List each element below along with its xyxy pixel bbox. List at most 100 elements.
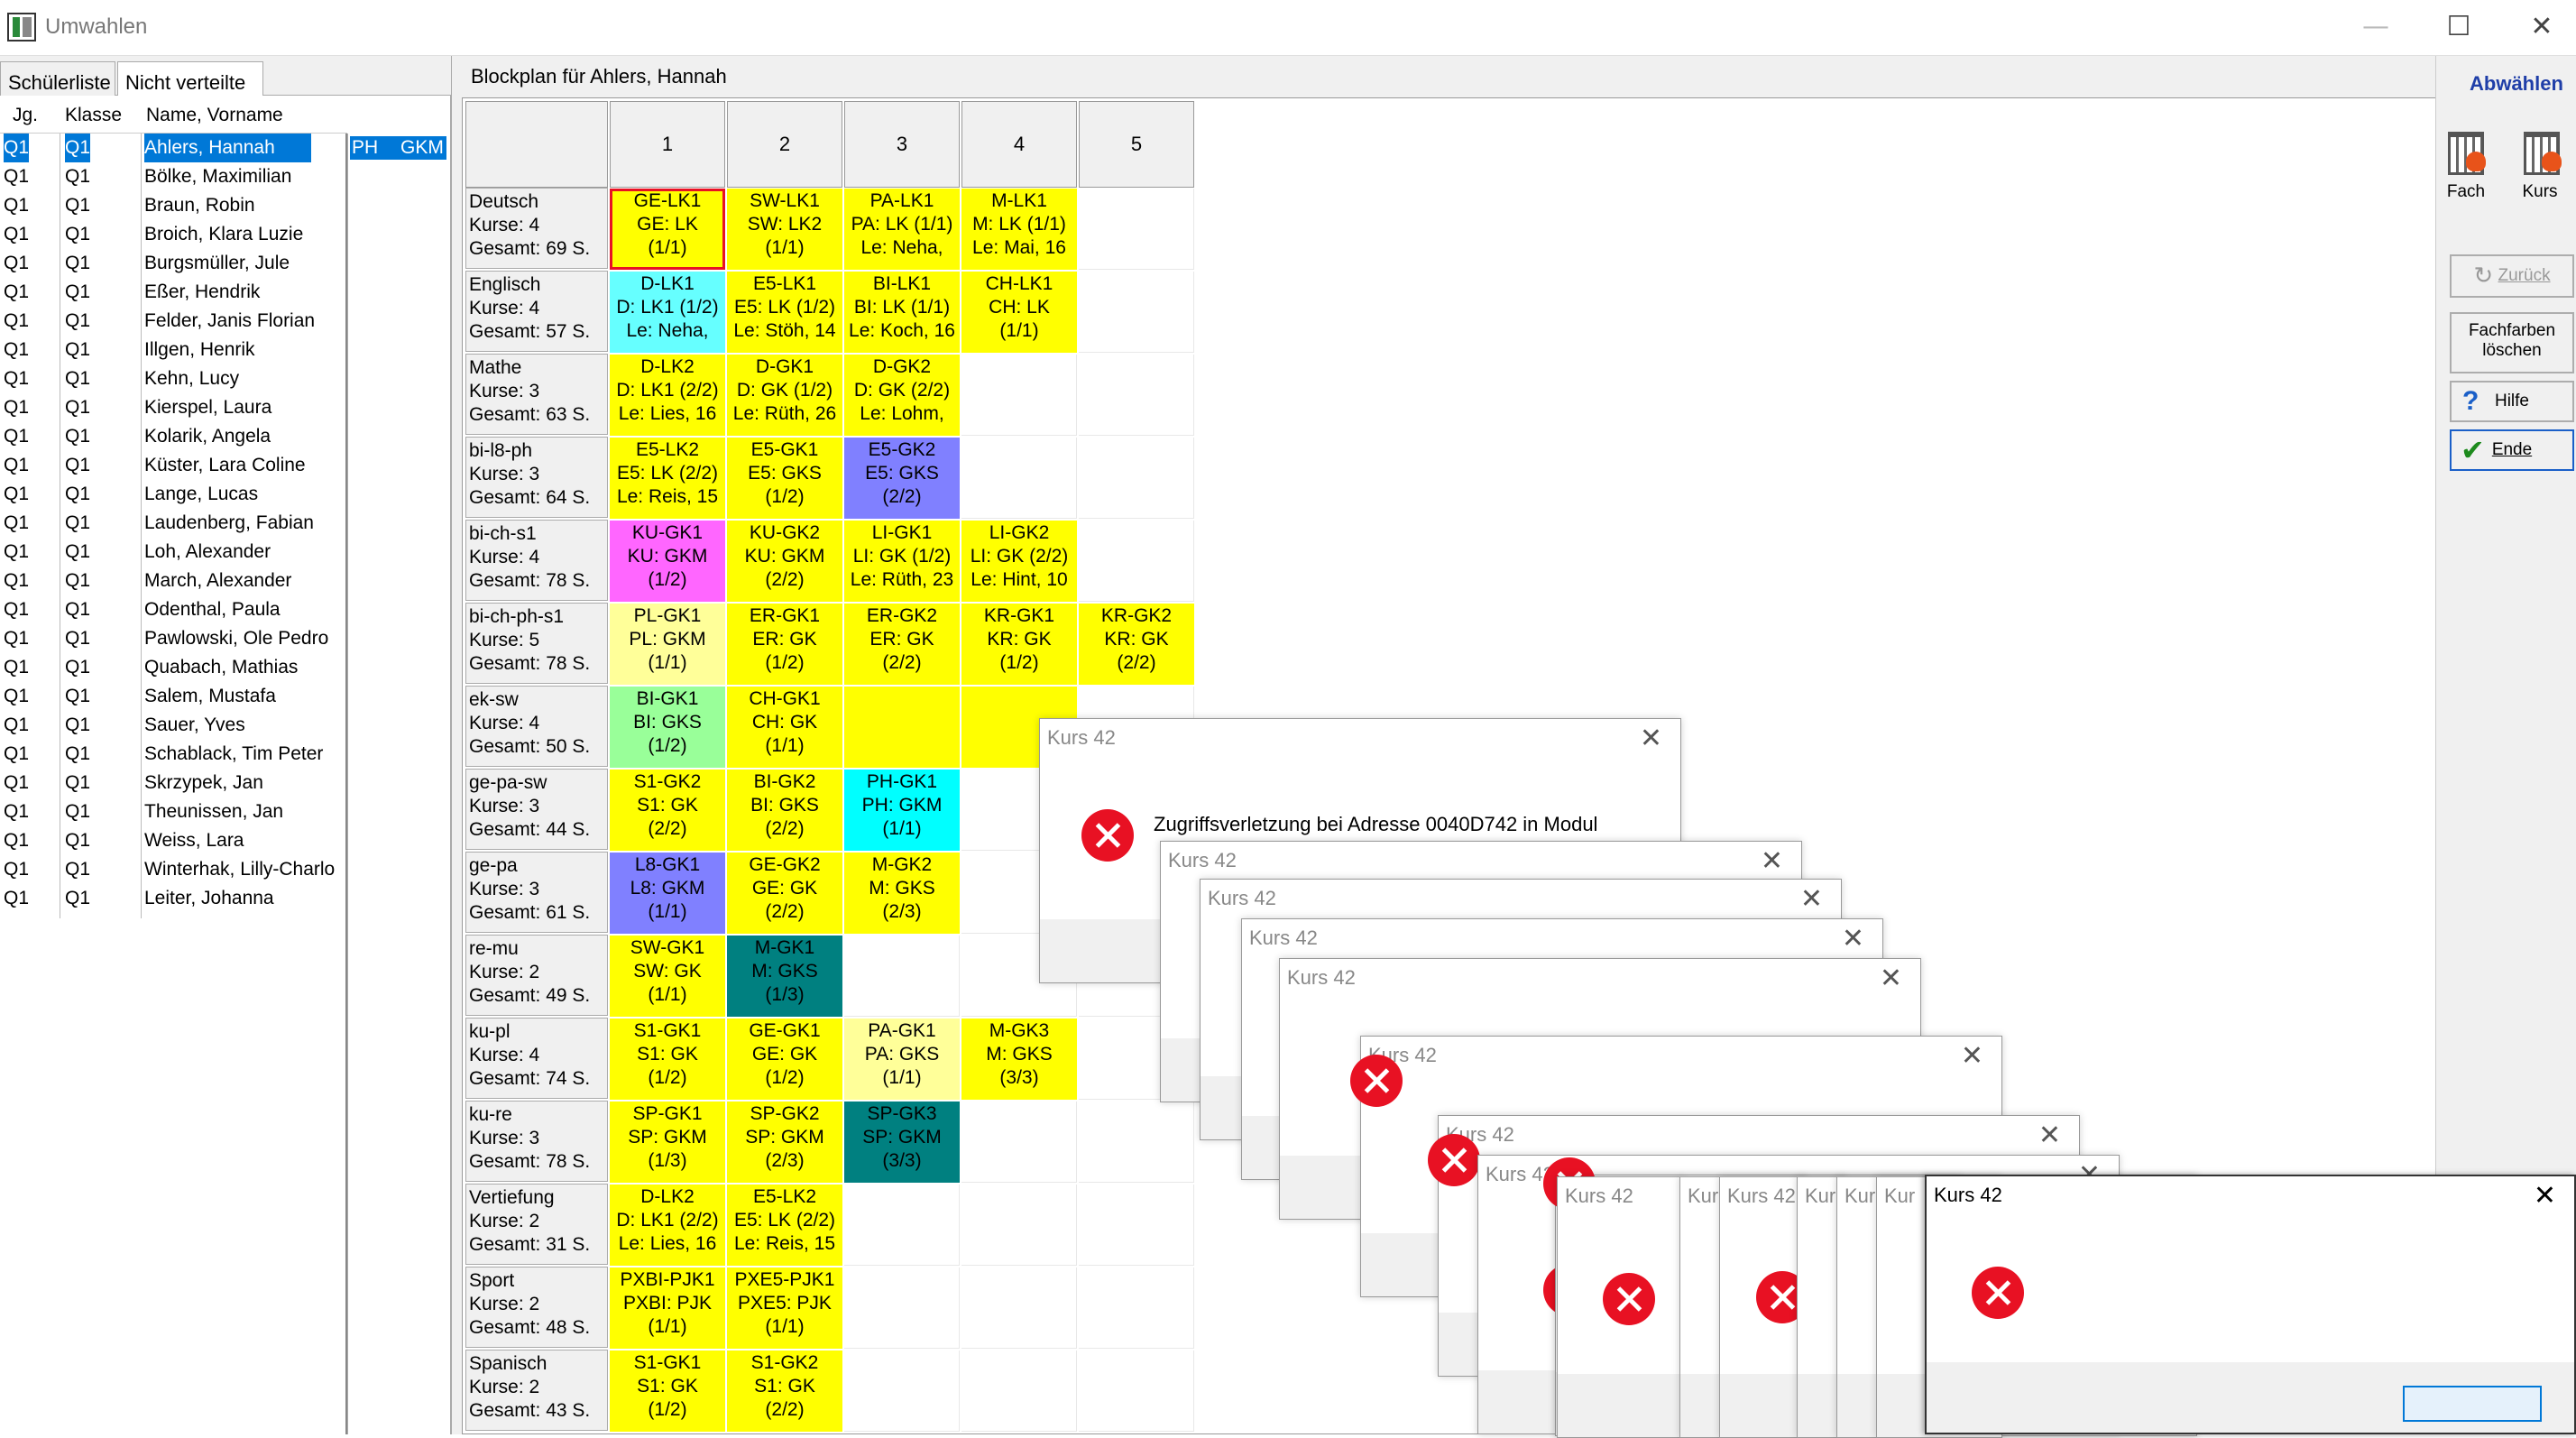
dialog-close-icon[interactable]: ✕	[1640, 723, 1662, 754]
zurueck-button[interactable]: ↻ Zurück	[2450, 254, 2574, 298]
course-cell[interactable]: D-LK2 D: LK1 (2/2) Le: Lies, 16	[610, 1185, 725, 1266]
course-cell-empty[interactable]	[1079, 1185, 1194, 1266]
column-header-block[interactable]: 2	[727, 101, 842, 188]
course-cell-empty[interactable]	[961, 1185, 1077, 1266]
student-list[interactable]: Q1 Q1 Ahlers, Hannah Q1 Q1 Bölke, Maximilian Q…	[0, 134, 347, 1434]
student-row[interactable]: Q1 Q1 Pawlowski, Ole Pedro	[0, 624, 343, 653]
course-cell[interactable]: SW-GK1 SW: GK (1/1)	[610, 936, 725, 1017]
maximize-button[interactable]: ☐	[2432, 9, 2486, 45]
student-row[interactable]: Q1 Q1 Laudenberg, Fabian	[0, 509, 343, 538]
ok-button[interactable]	[2403, 1386, 2542, 1422]
course-cell[interactable]: SP-GK1 SP: GKM (1/3)	[610, 1102, 725, 1183]
column-header-block[interactable]: 3	[844, 101, 960, 188]
course-cell[interactable]: S1-GK2 S1: GK (2/2)	[727, 1350, 842, 1432]
column-header-block[interactable]: 5	[1079, 101, 1194, 188]
tab-nicht-verteilte[interactable]: Nicht verteilte	[117, 61, 263, 97]
student-row[interactable]: Q1 Q1 Quabach, Mathias	[0, 653, 343, 682]
course-cell-empty[interactable]	[961, 438, 1077, 519]
course-cell[interactable]: GE-GK2 GE: GK (2/2)	[727, 853, 842, 934]
course-cell[interactable]: M-LK1 M: LK (1/1) Le: Mai, 16	[961, 189, 1077, 270]
student-row[interactable]: Q1 Q1 Weiss, Lara	[0, 826, 343, 855]
error-dialog-active[interactable]: Kurs 42 ✕	[1925, 1175, 2576, 1434]
row-header-choice[interactable]: Spanisch Kurse: 2 Gesamt: 43 S.	[465, 1350, 608, 1431]
course-cell[interactable]: KU-GK2 KU: GKM (2/2)	[727, 521, 842, 602]
dialog-close-icon[interactable]: ✕	[1800, 883, 1823, 915]
row-header-choice[interactable]: ge-pa Kurse: 3 Gesamt: 61 S.	[465, 852, 608, 933]
course-cell-empty[interactable]	[1079, 438, 1194, 519]
student-row[interactable]: Q1 Q1 Odenthal, Paula	[0, 595, 343, 624]
course-cell-empty[interactable]	[1079, 521, 1194, 602]
course-cell-empty[interactable]	[844, 1185, 960, 1266]
row-header-choice[interactable]: bi-ch-ph-s1 Kurse: 5 Gesamt: 78 S.	[465, 603, 608, 684]
course-cell[interactable]: CH-GK1 CH: GK (1/1)	[727, 687, 842, 768]
course-cell[interactable]: CH-LK1 CH: LK (1/1)	[961, 272, 1077, 353]
course-cell-empty[interactable]	[1079, 1267, 1194, 1349]
course-cell[interactable]: E5-GK2 E5: GKS (2/2)	[844, 438, 960, 519]
course-cell[interactable]: BI-GK1 BI: GKS (1/2)	[610, 687, 725, 768]
selected-course-row[interactable]: PH GKM	[350, 136, 446, 160]
course-cell[interactable]: KU-GK1 KU: GKM (1/2)	[610, 521, 725, 602]
ende-button[interactable]: ✔ Ende	[2450, 429, 2574, 471]
course-cell[interactable]: PH-GK1 PH: GKM (1/1)	[844, 770, 960, 851]
dialog-close-icon[interactable]: ✕	[1842, 923, 1864, 954]
course-cell-empty[interactable]	[1079, 189, 1194, 270]
course-cell-empty[interactable]	[1079, 1350, 1194, 1432]
course-cell[interactable]: D-LK1 D: LK1 (1/2) Le: Neha,	[610, 272, 725, 353]
course-cell[interactable]: PL-GK1 PL: GKM (1/1)	[610, 604, 725, 685]
course-cell[interactable]	[844, 687, 960, 768]
row-header-choice[interactable]: ku-re Kurse: 3 Gesamt: 78 S.	[465, 1101, 608, 1182]
course-cell[interactable]: BI-GK2 BI: GKS (2/2)	[727, 770, 842, 851]
course-cell-empty[interactable]	[961, 1267, 1077, 1349]
course-cell-empty[interactable]	[844, 1350, 960, 1432]
student-row-selected[interactable]: Q1 Q1 Ahlers, Hannah	[0, 134, 343, 162]
row-header-choice[interactable]: Englisch Kurse: 4 Gesamt: 57 S.	[465, 271, 608, 352]
kurs-delete-button[interactable]	[2518, 124, 2565, 179]
course-cell-empty[interactable]	[844, 936, 960, 1017]
course-cell-empty[interactable]	[1079, 272, 1194, 353]
row-header-choice[interactable]: ek-sw Kurse: 4 Gesamt: 50 S.	[465, 686, 608, 767]
course-cell[interactable]: BI-LK1 BI: LK (1/1) Le: Koch, 16	[844, 272, 960, 353]
student-row[interactable]: Q1 Q1 Kierspel, Laura	[0, 393, 343, 422]
student-row[interactable]: Q1 Q1 Salem, Mustafa	[0, 682, 343, 711]
student-row[interactable]: Q1 Q1 Bölke, Maximilian	[0, 162, 343, 191]
course-cell[interactable]: PXE5-PJK1 PXE5: PJK (1/1)	[727, 1267, 842, 1349]
course-cell[interactable]: S1-GK1 S1: GK (1/2)	[610, 1019, 725, 1100]
course-cell[interactable]: ER-GK2 ER: GK (2/2)	[844, 604, 960, 685]
row-header-choice[interactable]: bi-l8-ph Kurse: 3 Gesamt: 64 S.	[465, 437, 608, 518]
column-header-klasse[interactable]: Klasse	[65, 105, 122, 126]
course-cell[interactable]: E5-LK2 E5: LK (2/2) Le: Reis, 15	[727, 1185, 842, 1266]
dialog-close-icon[interactable]: ✕	[1761, 845, 1783, 877]
student-row[interactable]: Q1 Q1 Theunissen, Jan	[0, 797, 343, 826]
course-cell-empty[interactable]	[961, 355, 1077, 436]
student-row[interactable]: Q1 Q1 Kehn, Lucy	[0, 364, 343, 393]
dialog-close-icon[interactable]: ✕	[2534, 1180, 2556, 1212]
course-cell[interactable]: SP-GK2 SP: GKM (2/3)	[727, 1102, 842, 1183]
error-dialog[interactable]: Kurs 42	[1557, 1176, 1683, 1438]
course-cell[interactable]: S1-GK1 S1: GK (1/2)	[610, 1350, 725, 1432]
student-row[interactable]: Q1 Q1 Lange, Lucas	[0, 480, 343, 509]
hilfe-button[interactable]: ? Hilfe	[2450, 381, 2574, 422]
course-cell[interactable]: M-GK1 M: GKS (1/3)	[727, 936, 842, 1017]
course-cell[interactable]: M-GK3 M: GKS (3/3)	[961, 1019, 1077, 1100]
course-cell[interactable]: E5-LK2 E5: LK (2/2) Le: Reis, 15	[610, 438, 725, 519]
fach-delete-button[interactable]	[2443, 124, 2489, 179]
row-header-choice[interactable]: ge-pa-sw Kurse: 3 Gesamt: 44 S.	[465, 769, 608, 850]
column-header-block[interactable]: 4	[961, 101, 1077, 188]
course-cell[interactable]: GE-GK1 GE: GK (1/2)	[727, 1019, 842, 1100]
row-header-choice[interactable]: Vertiefung Kurse: 2 Gesamt: 31 S.	[465, 1184, 608, 1265]
course-cell[interactable]: GE-LK1 GE: LK (1/1)	[610, 189, 725, 270]
row-header-choice[interactable]: re-mu Kurse: 2 Gesamt: 49 S.	[465, 935, 608, 1016]
row-header-choice[interactable]: Deutsch Kurse: 4 Gesamt: 69 S.	[465, 188, 608, 269]
student-row[interactable]: Q1 Q1 Winterhak, Lilly-Charlo	[0, 855, 343, 884]
student-row[interactable]: Q1 Q1 March, Alexander	[0, 567, 343, 595]
column-header-name[interactable]: Name, Vorname	[146, 105, 283, 126]
course-cell-empty[interactable]	[961, 1102, 1077, 1183]
course-cell[interactable]: D-GK1 D: GK (1/2) Le: Rüth, 26	[727, 355, 842, 436]
column-header-jg[interactable]: Jg.	[13, 105, 38, 126]
course-cell[interactable]: LI-GK2 LI: GK (2/2) Le: Hint, 10	[961, 521, 1077, 602]
course-cell[interactable]: E5-LK1 E5: LK (1/2) Le: Stöh, 14	[727, 272, 842, 353]
student-row[interactable]: Q1 Q1 Eßer, Hendrik	[0, 278, 343, 307]
student-row[interactable]: Q1 Q1 Braun, Robin	[0, 191, 343, 220]
course-cell[interactable]: E5-GK1 E5: GKS (1/2)	[727, 438, 842, 519]
tab-schuelerliste[interactable]: Schülerliste	[0, 61, 115, 96]
